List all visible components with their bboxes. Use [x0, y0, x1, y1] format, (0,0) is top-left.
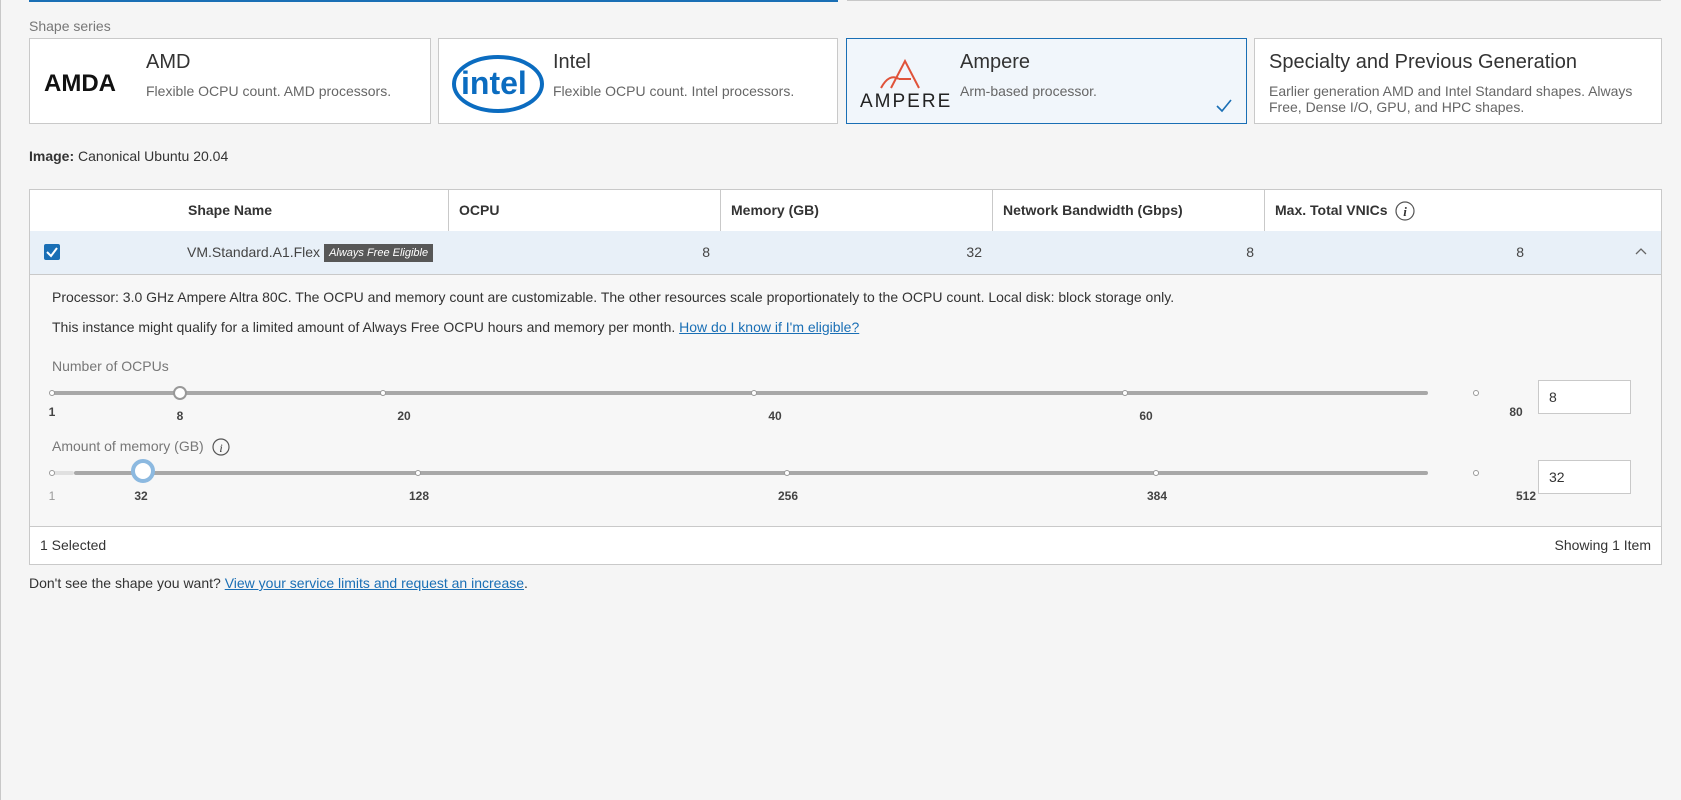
shape-name: VM.Standard.A1.Flex [187, 244, 321, 260]
ocpu-slider-label: Number of OCPUs [52, 358, 169, 374]
tab-divider [847, 0, 1661, 1]
row-details: Processor: 3.0 GHz Ampere Altra 80C. The… [30, 275, 1661, 527]
image-info: Image: Canonical Ubuntu 20.04 [29, 148, 228, 164]
ocpu-cell: 8 [702, 244, 710, 260]
tick-label: 384 [1146, 489, 1168, 503]
checkbox-check-icon [46, 247, 58, 258]
tick-label: 1 [48, 405, 56, 419]
selected-count: 1 Selected [40, 537, 107, 553]
info-icon[interactable]: i [211, 438, 230, 456]
col-vnics[interactable]: Max. Total VNICs i [1264, 190, 1661, 231]
col-ocpu[interactable]: OCPU [448, 190, 720, 231]
shape-name-cell: VM.Standard.A1.Flex Always Free Eligible [187, 231, 434, 274]
service-limits-end: . [524, 575, 528, 591]
slider-tick [380, 390, 386, 396]
card-desc: Flexible OCPU count. Intel processors. [553, 83, 795, 99]
svg-text:intel: intel [461, 65, 527, 101]
tick-label: 40 [768, 409, 782, 423]
slider-tick [1473, 390, 1479, 396]
ampere-logo: AMPERE [860, 58, 952, 111]
tick-label: 8 [176, 409, 184, 423]
active-tab-indicator [29, 0, 838, 2]
svg-text:i: i [219, 441, 222, 455]
tick-label: 512 [1515, 489, 1537, 503]
card-title: Intel [553, 51, 591, 73]
left-border [0, 0, 1, 800]
eligibility-link[interactable]: How do I know if I'm eligible? [679, 319, 859, 335]
shapes-table: Shape Name OCPU Memory (GB) Network Band… [29, 189, 1662, 565]
card-desc: Earlier generation AMD and Intel Standar… [1269, 83, 1633, 115]
col-memory[interactable]: Memory (GB) [720, 190, 992, 231]
tick-label: 80 [1509, 405, 1523, 419]
processor-text: Processor: 3.0 GHz Ampere Altra 80C. The… [52, 289, 1175, 305]
memory-input[interactable] [1538, 460, 1631, 494]
slider-tick [49, 390, 55, 396]
col-shape-name[interactable]: Shape Name [178, 190, 448, 231]
svg-text:i: i [1404, 204, 1408, 219]
ocpu-slider-thumb[interactable] [173, 386, 187, 400]
card-amd[interactable]: AMDA AMD Flexible OCPU count. AMD proces… [29, 38, 431, 124]
card-ampere[interactable]: AMPERE Ampere Arm-based processor. [846, 38, 1247, 124]
slider-tick [784, 470, 790, 476]
showing-count: Showing 1 Item [1554, 537, 1652, 553]
intel-logo: intel [452, 55, 544, 113]
slider-tick [415, 470, 421, 476]
card-title: Ampere [960, 51, 1031, 73]
memory-cell: 32 [966, 244, 982, 260]
card-intel[interactable]: intel Intel Flexible OCPU count. Intel p… [438, 38, 838, 124]
memory-slider-label-row: Amount of memory (GB) i [52, 438, 230, 456]
tick-label: 32 [134, 489, 148, 503]
slider-tick [49, 470, 55, 476]
card-title: AMD [146, 51, 191, 73]
table-footer: 1 Selected Showing 1 Item [30, 526, 1661, 564]
info-icon[interactable]: i [1395, 201, 1416, 221]
shape-series-label: Shape series [29, 18, 111, 34]
card-title: Specialty and Previous Generation [1269, 51, 1577, 73]
slider-tick [1122, 390, 1128, 396]
card-specialty[interactable]: Specialty and Previous Generation Earlie… [1254, 38, 1662, 124]
memory-slider-label: Amount of memory (GB) [52, 438, 204, 454]
col-vnics-label: Max. Total VNICs [1275, 202, 1388, 218]
tick-label: 20 [397, 409, 411, 423]
table-row[interactable]: VM.Standard.A1.Flex Always Free Eligible … [30, 231, 1661, 275]
svg-text:AMDA: AMDA [44, 71, 116, 93]
chevron-up-icon[interactable] [1635, 247, 1647, 255]
table-header: Shape Name OCPU Memory (GB) Network Band… [30, 190, 1661, 232]
service-limits-text: Don't see the shape you want? View your … [29, 575, 528, 591]
tick-label: 256 [777, 489, 799, 503]
tick-label: 1 [48, 489, 56, 503]
free-text-body: This instance might qualify for a limite… [52, 319, 676, 335]
slider-tick [1153, 470, 1159, 476]
always-free-badge: Always Free Eligible [324, 244, 434, 263]
tick-label: 128 [408, 489, 430, 503]
slider-tick [1473, 470, 1479, 476]
svg-text:AMPERE: AMPERE [860, 91, 952, 111]
col-bandwidth[interactable]: Network Bandwidth (Gbps) [992, 190, 1264, 231]
service-limits-prefix: Don't see the shape you want? [29, 575, 221, 591]
free-text: This instance might qualify for a limite… [52, 319, 859, 335]
tick-label: 60 [1139, 409, 1153, 423]
ocpu-slider-track[interactable] [52, 391, 1428, 395]
memory-slider-track[interactable] [74, 471, 1428, 475]
bandwidth-cell: 8 [1246, 244, 1254, 260]
service-limits-link[interactable]: View your service limits and request an … [225, 575, 524, 591]
card-desc: Flexible OCPU count. AMD processors. [146, 83, 392, 99]
memory-slider-thumb[interactable] [131, 459, 155, 483]
vnics-cell: 8 [1516, 244, 1524, 260]
ocpu-input[interactable] [1538, 380, 1631, 414]
image-label: Image: [29, 148, 75, 164]
memory-slider-track-min [52, 471, 74, 475]
slider-tick [751, 390, 757, 396]
image-value: Canonical Ubuntu 20.04 [78, 148, 229, 164]
card-desc: Arm-based processor. [960, 83, 1097, 99]
checkmark-icon [1216, 99, 1232, 113]
row-checkbox[interactable] [44, 244, 60, 260]
